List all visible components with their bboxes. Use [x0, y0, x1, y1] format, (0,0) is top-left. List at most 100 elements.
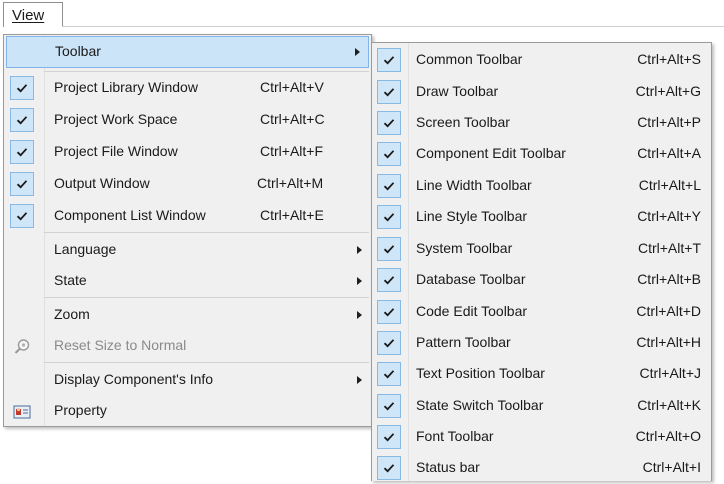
menu-item-shortcut: Ctrl+Alt+V: [260, 79, 324, 95]
checkmark-icon: [377, 300, 401, 324]
submenu-arrow-icon: [357, 311, 362, 319]
submenu-item-line-width-toolbar[interactable]: Line Width Toolbar Ctrl+Alt+L: [372, 170, 711, 202]
submenu-arrow-icon: [357, 246, 362, 254]
submenu-item-label: Line Width Toolbar: [416, 177, 532, 193]
submenu-item-label: Database Toolbar: [416, 271, 526, 287]
submenu-arrow-icon: [357, 277, 362, 285]
submenu-item-label: Line Style Toolbar: [416, 208, 528, 224]
submenu-item-label: State Switch Toolbar: [416, 397, 544, 413]
submenu-item-status-bar[interactable]: Status bar Ctrl+Alt+I: [372, 452, 711, 484]
menu-item-display-component-info[interactable]: Display Component's Info: [4, 364, 371, 396]
submenu-item-label: Draw Toolbar: [416, 83, 499, 99]
menu-item-label: Output Window: [54, 175, 150, 191]
submenu-item-label: Common Toolbar: [416, 51, 523, 67]
submenu-item-shortcut: Ctrl+Alt+L: [638, 177, 701, 193]
checkmark-icon: [377, 268, 401, 292]
submenu-item-shortcut: Ctrl+Alt+O: [635, 428, 701, 444]
submenu-item-component-edit-toolbar[interactable]: Component Edit Toolbar Ctrl+Alt+A: [372, 138, 711, 170]
submenu-item-common-toolbar[interactable]: Common Toolbar Ctrl+Alt+S: [372, 44, 711, 76]
checkmark-icon: [377, 111, 401, 135]
submenu-item-shortcut: Ctrl+Alt+K: [637, 397, 701, 413]
checkmark-icon: [10, 108, 34, 132]
menu-item-shortcut: Ctrl+Alt+M: [257, 175, 324, 191]
view-menu[interactable]: View: [3, 2, 63, 27]
menu-item-state[interactable]: State: [4, 265, 371, 297]
submenu-item-shortcut: Ctrl+Alt+Y: [637, 208, 701, 224]
menu-item-reset-size: Reset Size to Normal: [4, 330, 371, 362]
menu-item-label: Language: [54, 241, 117, 257]
menu-item-component-list-window[interactable]: Component List Window Ctrl+Alt+E: [4, 200, 371, 232]
menu-item-zoom[interactable]: Zoom: [4, 299, 371, 331]
menu-item-shortcut: Ctrl+Alt+F: [260, 143, 324, 159]
submenu-item-shortcut: Ctrl+Alt+S: [637, 51, 701, 67]
view-dropdown-menu: Toolbar Project Library Window Ctrl+Alt+…: [3, 34, 372, 427]
menu-bar: View: [0, 0, 724, 27]
property-card-icon: [13, 403, 31, 421]
submenu-item-font-toolbar[interactable]: Font Toolbar Ctrl+Alt+O: [372, 421, 711, 453]
submenu-item-label: Status bar: [416, 459, 480, 475]
checkmark-icon: [10, 204, 34, 228]
submenu-item-system-toolbar[interactable]: System Toolbar Ctrl+Alt+T: [372, 233, 711, 265]
submenu-arrow-icon: [357, 376, 362, 384]
menu-item-toolbar-label: Toolbar: [55, 43, 101, 59]
submenu-item-label: Text Position Toolbar: [416, 365, 545, 381]
submenu-item-label: Component Edit Toolbar: [416, 145, 566, 161]
menu-item-toolbar[interactable]: Toolbar: [6, 36, 369, 68]
submenu-item-shortcut: Ctrl+Alt+T: [637, 240, 701, 256]
submenu-item-shortcut: Ctrl+Alt+D: [636, 303, 701, 319]
checkmark-icon: [10, 172, 34, 196]
submenu-item-text-position-toolbar[interactable]: Text Position Toolbar Ctrl+Alt+J: [372, 358, 711, 390]
checkmark-icon: [377, 48, 401, 72]
menu-item-label: Display Component's Info: [54, 371, 214, 387]
submenu-item-database-toolbar[interactable]: Database Toolbar Ctrl+Alt+B: [372, 264, 711, 296]
menu-separator: [44, 232, 369, 233]
checkmark-icon: [377, 362, 401, 386]
checkmark-icon: [377, 456, 401, 480]
checkmark-icon: [377, 331, 401, 355]
menu-item-project-work-space[interactable]: Project Work Space Ctrl+Alt+C: [4, 104, 371, 136]
menu-item-label: Reset Size to Normal: [54, 337, 187, 353]
submenu-arrow-icon: [355, 48, 360, 56]
menu-item-language[interactable]: Language: [4, 234, 371, 266]
magnifier-icon: [13, 338, 31, 356]
submenu-item-state-switch-toolbar[interactable]: State Switch Toolbar Ctrl+Alt+K: [372, 390, 711, 422]
menu-item-output-window[interactable]: Output Window Ctrl+Alt+M: [4, 168, 371, 200]
menu-item-project-file-window[interactable]: Project File Window Ctrl+Alt+F: [4, 136, 371, 168]
menu-item-label: Project File Window: [54, 143, 178, 159]
submenu-item-pattern-toolbar[interactable]: Pattern Toolbar Ctrl+Alt+H: [372, 327, 711, 359]
submenu-item-shortcut: Ctrl+Alt+A: [637, 145, 701, 161]
checkmark-icon: [10, 76, 34, 100]
submenu-item-code-edit-toolbar[interactable]: Code Edit Toolbar Ctrl+Alt+D: [372, 296, 711, 328]
checkmark-icon: [377, 142, 401, 166]
menu-item-shortcut: Ctrl+Alt+E: [260, 207, 324, 223]
menu-item-label: State: [54, 272, 87, 288]
checkmark-icon: [377, 80, 401, 104]
submenu-item-label: Font Toolbar: [416, 428, 494, 444]
menu-item-label: Project Work Space: [54, 111, 178, 127]
checkmark-icon: [377, 174, 401, 198]
checkmark-icon: [377, 205, 401, 229]
menubar-divider: [62, 26, 724, 27]
submenu-item-label: Code Edit Toolbar: [416, 303, 528, 319]
menu-separator: [44, 297, 369, 298]
menu-separator: [44, 362, 369, 363]
menu-item-property[interactable]: Property: [4, 395, 371, 427]
submenu-item-label: Pattern Toolbar: [416, 334, 511, 350]
submenu-item-draw-toolbar[interactable]: Draw Toolbar Ctrl+Alt+G: [372, 76, 711, 108]
menu-item-label: Property: [54, 402, 107, 418]
submenu-item-screen-toolbar[interactable]: Screen Toolbar Ctrl+Alt+P: [372, 107, 711, 139]
submenu-item-shortcut: Ctrl+Alt+H: [636, 334, 701, 350]
toolbar-submenu: Common Toolbar Ctrl+Alt+S Draw Toolbar C…: [371, 42, 712, 481]
submenu-item-shortcut: Ctrl+Alt+G: [635, 83, 701, 99]
submenu-item-line-style-toolbar[interactable]: Line Style Toolbar Ctrl+Alt+Y: [372, 201, 711, 233]
submenu-item-shortcut: Ctrl+Alt+I: [642, 459, 701, 475]
menu-item-label: Project Library Window: [54, 79, 198, 95]
submenu-item-label: System Toolbar: [416, 240, 513, 256]
menu-item-project-library-window[interactable]: Project Library Window Ctrl+Alt+V: [4, 72, 371, 104]
checkmark-icon: [10, 140, 34, 164]
submenu-item-shortcut: Ctrl+Alt+J: [639, 365, 701, 381]
view-menu-label: View: [12, 7, 45, 24]
menu-item-label: Zoom: [54, 306, 90, 322]
submenu-item-shortcut: Ctrl+Alt+P: [637, 114, 701, 130]
submenu-item-label: Screen Toolbar: [416, 114, 510, 130]
